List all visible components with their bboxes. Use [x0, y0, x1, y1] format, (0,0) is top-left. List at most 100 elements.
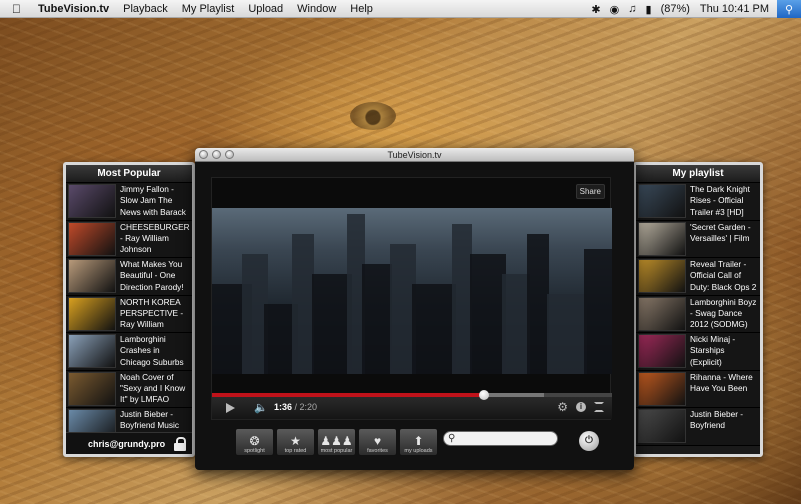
video-thumbnail[interactable] — [68, 371, 116, 406]
playlist-item[interactable]: Nicki Minaj - Starships (Explicit) — [636, 333, 760, 371]
menu-my-playlist[interactable]: My Playlist — [182, 3, 235, 15]
skyline-building — [547, 294, 587, 374]
menu-clock[interactable]: Thu 10:41 PM — [700, 3, 769, 15]
category-toolbar: ❂ spotlight ★ top rated ♟♟♟ most popular ♥ favo… — [235, 428, 440, 458]
video-title[interactable]: Lamborghini Crashes in Chicago Suburbs — [116, 334, 190, 369]
skyline-building — [292, 234, 314, 374]
video-title[interactable]: The Dark Knight Rises - Official Trailer… — [686, 184, 758, 219]
video-thumbnail[interactable] — [68, 296, 116, 331]
playlist-item[interactable]: Lamborghini Boyz - Swag Dance 2012 (SODM… — [636, 295, 760, 333]
video-title[interactable]: Lamborghini Boyz - Swag Dance 2012 (SODM… — [686, 297, 758, 332]
my-uploads-button[interactable]: ⬆ my uploads — [399, 428, 438, 456]
player-window: TubeVision.tv Share 🔈 1:36 / 2:20 ⚙ i ❂ s… — [195, 148, 634, 470]
spotlight-search-icon[interactable]: ⚲ — [777, 0, 801, 18]
most-popular-item[interactable]: CHEESEBURGER! - Ray William Johnson — [66, 220, 192, 258]
info-icon[interactable]: i — [576, 402, 586, 412]
menu-app-name[interactable]: TubeVision.tv — [38, 3, 109, 15]
window-controls — [199, 150, 238, 159]
window-title: TubeVision.tv — [387, 150, 442, 160]
my-playlist-title: My playlist — [636, 165, 760, 183]
top-rated-label: top rated — [284, 448, 307, 454]
player-volume-icon[interactable]: 🔈 — [254, 401, 268, 414]
video-thumbnail[interactable] — [68, 184, 116, 218]
video-thumbnail[interactable] — [68, 334, 116, 368]
video-title[interactable]: Justin Bieber - Boyfriend — [686, 409, 758, 444]
account-footer: chris@grundy.pro — [66, 432, 192, 454]
menu-help[interactable]: Help — [350, 3, 373, 15]
skyline-building — [584, 249, 612, 374]
video-title[interactable]: Jimmy Fallon - Slow Jam The News with Ba… — [116, 184, 190, 219]
playlist-item[interactable]: 'Secret Garden - Versailles' | Film — [636, 220, 760, 258]
video-thumbnail[interactable] — [638, 409, 686, 443]
most-popular-item[interactable]: Jimmy Fallon - Slow Jam The News with Ba… — [66, 183, 192, 221]
wallpaper-lion-eye — [350, 102, 396, 130]
playlist-item[interactable]: Justin Bieber - Boyfriend — [636, 408, 760, 446]
skyline-building — [362, 264, 392, 374]
video-title[interactable]: Nicki Minaj - Starships (Explicit) — [686, 334, 758, 369]
spotlight-button[interactable]: ❂ spotlight — [235, 428, 274, 456]
most-popular-label: most popular — [320, 448, 353, 454]
zoom-window-button[interactable] — [225, 150, 234, 159]
menu-playback[interactable]: Playback — [123, 3, 168, 15]
battery-icon[interactable]: ▮ — [646, 3, 652, 16]
menu-upload[interactable]: Upload — [248, 3, 283, 15]
top-rated-button[interactable]: ★ top rated — [276, 428, 315, 456]
bluetooth-icon[interactable]: ✱ — [591, 3, 600, 16]
favorites-button[interactable]: ♥ favorites — [358, 428, 397, 456]
time-current: 1:36 — [274, 402, 293, 412]
video-title[interactable]: NORTH KOREA PERSPECTIVE - Ray William — [116, 297, 190, 332]
window-title-bar[interactable]: TubeVision.tv — [195, 148, 634, 162]
fullscreen-icon[interactable] — [594, 402, 604, 412]
favorites-icon: ♥ — [373, 434, 382, 448]
play-icon[interactable] — [226, 403, 235, 413]
video-frame[interactable] — [212, 208, 612, 374]
search-box: ⚲ — [443, 431, 558, 446]
menu-window[interactable]: Window — [297, 3, 336, 15]
power-button[interactable]: ⏻ — [579, 431, 599, 451]
most-popular-button[interactable]: ♟♟♟ most popular — [317, 428, 356, 456]
video-title[interactable]: 'Secret Garden - Versailles' | Film — [686, 222, 758, 257]
wifi-icon[interactable]: ◉ — [610, 3, 620, 16]
skyline-building — [502, 274, 530, 374]
video-thumbnail[interactable] — [638, 221, 686, 256]
minimize-window-button[interactable] — [212, 150, 221, 159]
video-thumbnail[interactable] — [638, 371, 686, 406]
playlist-item[interactable]: Rihanna - Where Have You Been — [636, 370, 760, 408]
video-thumbnail[interactable] — [638, 259, 686, 293]
video-thumbnail[interactable] — [68, 221, 116, 256]
skyline-building — [527, 234, 549, 374]
most-popular-item[interactable]: What Makes You Beautiful - One Direction… — [66, 258, 192, 296]
search-icon: ⚲ — [448, 433, 456, 444]
video-title[interactable]: Rihanna - Where Have You Been — [686, 372, 758, 407]
account-email[interactable]: chris@grundy.pro — [88, 439, 165, 449]
close-window-button[interactable] — [199, 150, 208, 159]
volume-icon[interactable]: ♫ — [628, 3, 636, 15]
video-thumbnail[interactable] — [68, 259, 116, 293]
spotlight-label: spotlight — [244, 448, 265, 454]
video-title[interactable]: CHEESEBURGER! - Ray William Johnson — [116, 222, 190, 257]
skyline-building — [452, 224, 472, 374]
my-uploads-label: my uploads — [404, 448, 433, 454]
video-title[interactable]: Reveal Trailer - Official Call of Duty: … — [686, 259, 758, 294]
time-total: / 2:20 — [292, 402, 318, 412]
search-input[interactable] — [460, 433, 554, 445]
most-popular-item[interactable]: NORTH KOREA PERSPECTIVE - Ray William — [66, 295, 192, 333]
skyline-building — [412, 284, 456, 374]
most-popular-item[interactable]: Noah Cover of "Sexy and I Know It" by LM… — [66, 370, 192, 408]
top-rated-icon: ★ — [290, 434, 301, 448]
video-thumbnail[interactable] — [638, 184, 686, 218]
progress-bar[interactable] — [212, 390, 612, 400]
video-thumbnail[interactable] — [638, 296, 686, 331]
playlist-item[interactable]: Reveal Trailer - Official Call of Duty: … — [636, 258, 760, 296]
video-title[interactable]: What Makes You Beautiful - One Direction… — [116, 259, 190, 294]
apple-icon[interactable]:  — [12, 2, 26, 16]
gear-icon[interactable]: ⚙ — [557, 400, 568, 414]
playlist-item[interactable]: The Dark Knight Rises - Official Trailer… — [636, 183, 760, 221]
video-thumbnail[interactable] — [638, 334, 686, 368]
most-popular-item[interactable]: Lamborghini Crashes in Chicago Suburbs — [66, 333, 192, 371]
most-popular-title: Most Popular — [66, 165, 192, 183]
lock-icon[interactable] — [174, 436, 186, 451]
progress-knob[interactable] — [479, 390, 489, 400]
video-title[interactable]: Noah Cover of "Sexy and I Know It" by LM… — [116, 372, 190, 407]
share-button[interactable]: Share — [575, 184, 605, 199]
